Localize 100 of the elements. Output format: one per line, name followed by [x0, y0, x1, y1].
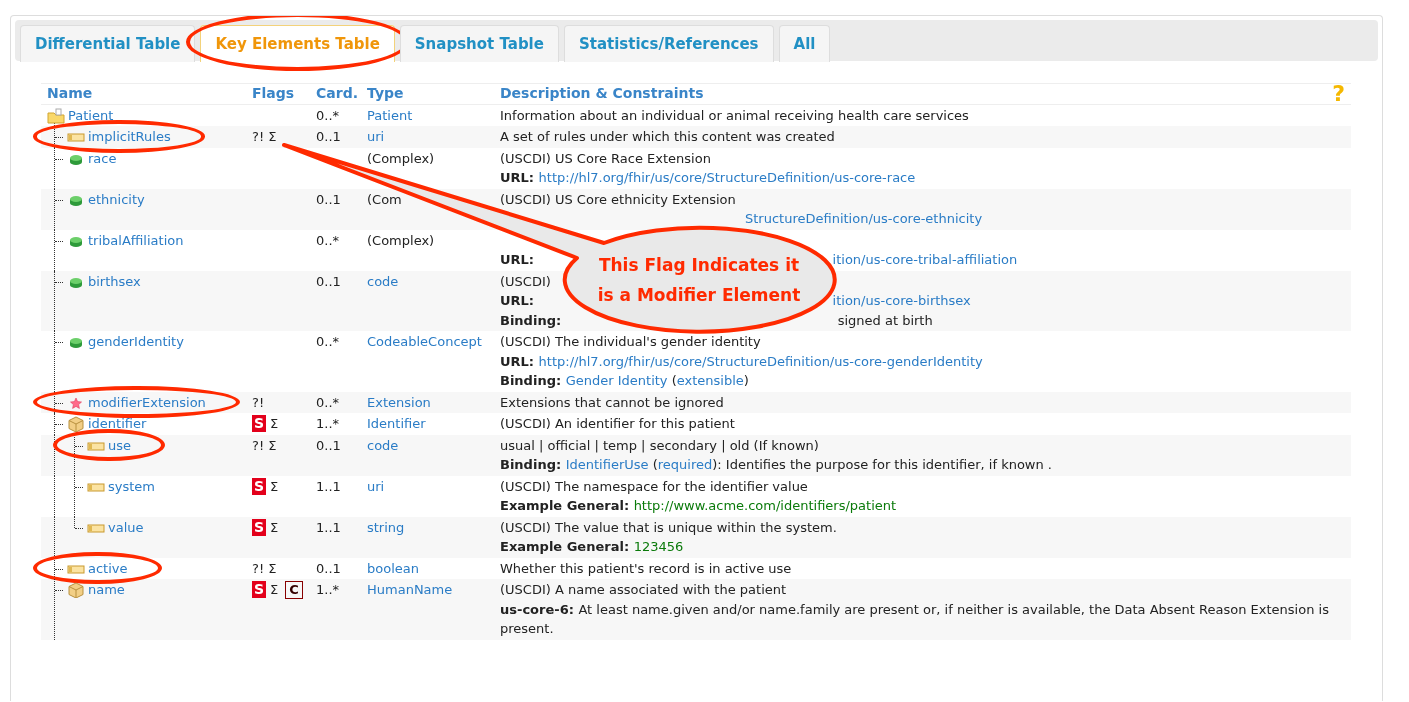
cube-icon — [67, 416, 85, 432]
reference-link[interactable]: required — [657, 457, 713, 472]
description-text: A set of rules under which this content was created — [500, 128, 836, 146]
field-label: URL: — [500, 293, 536, 308]
must-support-flag: S — [252, 477, 267, 495]
description-text: (USCDI) — [500, 272, 552, 291]
tab[interactable]: Key Elements Table — [200, 25, 395, 62]
description-text: Information about an individual or animal receiving health care services — [500, 106, 970, 125]
element-name-link[interactable]: Patient — [68, 105, 114, 125]
description-text: signed at birth — [837, 312, 933, 328]
field-label: URL: — [500, 252, 536, 267]
element-name-link[interactable]: system — [108, 476, 155, 496]
description-text: us-core-6: At least name.given and/or name.family are present or, if neither is available, the Data Absent Reason Extension is present. — [500, 600, 1330, 638]
type-link[interactable]: CodeableConcept — [367, 334, 482, 349]
type-link[interactable]: boolean — [367, 560, 419, 576]
cardinality-text: 0..1 — [316, 273, 341, 289]
element-name-link[interactable]: implicitRules — [88, 127, 171, 147]
reference-link[interactable]: Gender Identity — [565, 373, 668, 388]
summary-symbol: Σ — [270, 581, 279, 599]
cube-icon — [67, 582, 85, 598]
cardinality-text: 1..* — [316, 416, 340, 431]
field-label: URL: — [500, 353, 536, 369]
summary-symbol: Σ — [268, 128, 277, 146]
type-text: (Com — [367, 191, 402, 207]
element-name-link[interactable]: birthsex — [88, 271, 141, 291]
must-support-flag: S — [252, 518, 267, 536]
element-name-link[interactable]: name — [88, 580, 125, 600]
cardinality-text: 1..* — [316, 582, 340, 597]
column-header: Description & Constraints — [500, 84, 704, 103]
field-label: Binding: — [500, 457, 563, 472]
description-text: usual | official | temp | secondary | old (If known) — [500, 436, 820, 455]
tab[interactable]: Differential Table — [20, 25, 196, 62]
summary-symbol: Σ — [270, 477, 279, 496]
cardinality-text: 1..1 — [316, 519, 341, 535]
cardinality-text: 0..1 — [316, 560, 341, 576]
column-header: Name — [46, 84, 94, 103]
type-link[interactable]: HumanName — [367, 582, 453, 597]
column-header: Type — [366, 84, 405, 103]
summary-symbol: Σ — [270, 415, 279, 433]
tab[interactable]: Snapshot Table — [399, 25, 559, 62]
element-name-link[interactable]: tribalAffiliation — [88, 230, 184, 250]
element-name-link[interactable]: active — [88, 558, 128, 578]
modifier-symbol: ?! — [252, 559, 265, 578]
type-link[interactable]: code — [367, 437, 399, 453]
description-text: ) — [743, 373, 749, 388]
type-link[interactable]: uri — [367, 478, 385, 494]
description-text: (USCDI) The value that is unique within the system. — [500, 518, 838, 537]
callout-text: This Flag Indicates it is a Modifier Element — [596, 254, 802, 307]
type-link[interactable]: string — [367, 519, 405, 535]
column-header: Card. — [315, 84, 359, 103]
element-name-link[interactable]: use — [108, 435, 131, 455]
example-value: 123456 — [633, 539, 684, 554]
type-text: (Complex) — [367, 232, 435, 248]
reference-link[interactable]: http://hl7.org/fhir/us/core/StructureDefinition/us-core-race — [538, 170, 916, 185]
description-text: ( — [670, 373, 677, 388]
element-name-link[interactable]: genderIdentity — [88, 332, 184, 352]
element-name-link[interactable]: modifierExtension — [88, 392, 206, 412]
reference-link[interactable]: extensible — [676, 373, 744, 388]
description-text: ( — [651, 457, 658, 472]
description-text: (USCDI) US Core Race Extension — [500, 149, 712, 168]
cardinality-text: 0..* — [316, 107, 340, 123]
example-value: http://www.acme.com/identifiers/patient — [633, 498, 897, 513]
cardinality-text: 0..* — [316, 334, 340, 349]
reference-link[interactable]: http://hl7.org/fhir/us/core/StructureDefinition/us-core-genderIdentity — [538, 353, 983, 369]
modifier-symbol: ?! — [252, 436, 265, 455]
cardinality-text: 0..* — [316, 232, 340, 248]
must-support-flag: S — [252, 581, 267, 598]
type-link[interactable]: Identifier — [367, 416, 426, 431]
summary-symbol: Σ — [268, 436, 277, 455]
cardinality-text: 1..1 — [316, 478, 341, 494]
description-text: Whether this patient's record is in active use — [500, 559, 793, 578]
description-text: Extensions that cannot be ignored — [500, 393, 725, 412]
must-support-flag: S — [252, 415, 267, 432]
summary-symbol: Σ — [270, 518, 279, 537]
description-text: (USCDI) An identifier for this patient — [500, 415, 736, 433]
type-link[interactable]: Extension — [367, 394, 431, 410]
element-name-link[interactable]: identifier — [88, 414, 147, 434]
type-link[interactable]: code — [367, 273, 399, 289]
description-text: ): Identifies the purpose for this identifier, if known . — [712, 457, 1052, 472]
type-link[interactable]: Patient — [367, 107, 413, 123]
tab[interactable]: Statistics/References — [563, 25, 774, 62]
field-label: URL: — [500, 170, 536, 185]
cardinality-text: 0..1 — [316, 437, 341, 453]
column-header: Flags — [251, 84, 296, 103]
reference-link[interactable]: ition/us-core-birthsex — [832, 293, 971, 308]
type-link[interactable]: uri — [367, 129, 385, 144]
element-name-link[interactable]: ethnicity — [88, 189, 145, 209]
tab[interactable]: All — [778, 25, 831, 62]
modifier-symbol: ?! — [252, 128, 265, 146]
type-text: (Complex) — [367, 150, 435, 166]
reference-link[interactable]: StructureDefinition/us-core-ethnicity — [745, 211, 983, 226]
description-text: (USCDI) The individual's gender identity — [500, 333, 762, 351]
constraint-flag: C — [285, 581, 303, 599]
description-text: (USCDI) US Core ethnicity Extension — [500, 190, 737, 209]
element-name-link[interactable]: race — [88, 148, 117, 168]
field-label: Binding: — [500, 312, 563, 328]
summary-symbol: Σ — [268, 559, 277, 578]
reference-link[interactable]: IdentifierUse — [565, 457, 649, 472]
reference-link[interactable]: ition/us-core-tribal-affiliation — [832, 252, 1018, 267]
element-name-link[interactable]: value — [108, 517, 144, 537]
